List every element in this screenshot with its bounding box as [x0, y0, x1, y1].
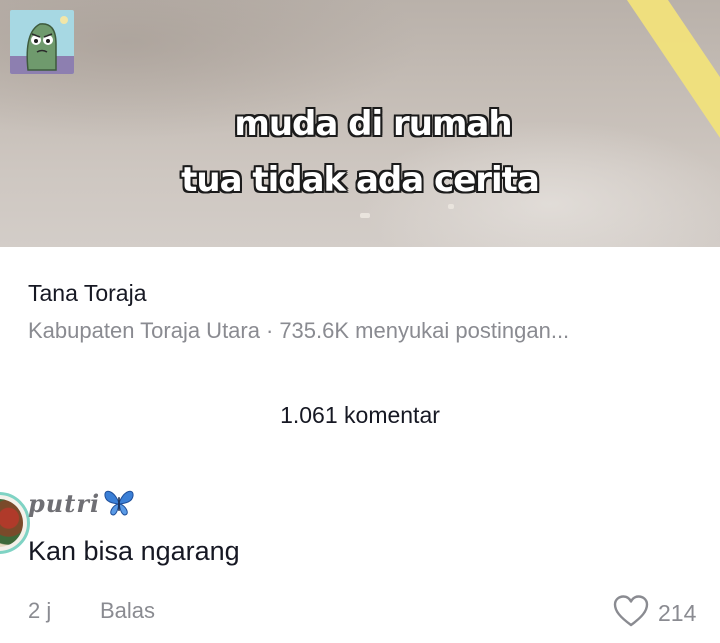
username-text: putri — [28, 488, 101, 518]
comment-username[interactable]: putri — [28, 488, 136, 518]
butterfly-icon — [102, 488, 136, 518]
video-caption-line-2: tua tidak ada cerita — [181, 160, 540, 200]
sticker-thumbnail — [10, 10, 74, 74]
location-region: Kabupaten Toraja Utara — [28, 318, 260, 343]
location-name[interactable]: Tana Toraja — [28, 280, 147, 307]
avatar-image — [0, 499, 23, 547]
comment-text: Kan bisa ngarang — [28, 536, 240, 566]
like-count: 214 — [658, 599, 697, 626]
heart-icon — [612, 594, 650, 632]
creature-sticker-icon — [10, 10, 74, 74]
location-meta: Kabupaten Toraja Utara · 735.6K menyukai p… — [28, 318, 708, 344]
road-mark — [360, 213, 370, 218]
video-caption-line-1: muda di rumah — [234, 104, 512, 144]
video-frame[interactable]: muda di rumah tua tidak ada cerita — [0, 0, 720, 247]
comment-count-header: 1.061 komentar — [280, 402, 440, 428]
location-likes-summary: 735.6K menyukai postingan... — [279, 318, 570, 343]
like-button[interactable]: 214 — [612, 594, 696, 632]
avatar[interactable] — [0, 492, 30, 554]
comment-timestamp: 2 j — [28, 598, 52, 623]
road-mark — [448, 204, 454, 209]
separator-dot: · — [265, 318, 274, 343]
reply-button[interactable]: Balas — [100, 598, 155, 624]
